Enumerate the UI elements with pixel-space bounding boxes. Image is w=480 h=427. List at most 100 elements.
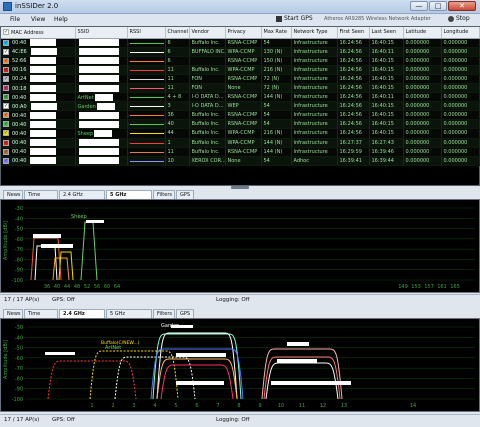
row-checkbox[interactable] [3, 139, 9, 146]
x-tick-label: 52 [84, 284, 90, 290]
select-all-checkbox[interactable] [3, 29, 9, 35]
row-checkbox[interactable] [3, 148, 9, 155]
column-header[interactable]: Channel [165, 27, 190, 39]
row-checkbox[interactable] [3, 48, 9, 55]
row-checkbox[interactable] [3, 112, 9, 119]
lat-value: 0.000000 [405, 157, 430, 164]
menu-file[interactable]: File [10, 16, 20, 23]
row-checkbox[interactable] [3, 157, 9, 164]
net-type-cell: Infrastructure [291, 83, 338, 94]
lat-cell: 0.000000 [403, 101, 442, 112]
stop-label: Stop [456, 15, 470, 22]
menu-help[interactable]: Help [54, 16, 68, 23]
first-value: 16:24:56 [339, 39, 362, 46]
row-checkbox[interactable] [3, 94, 9, 101]
tab-gps[interactable]: GPS [176, 190, 194, 199]
adapter-selector[interactable]: Atheros AR9285 Wireless Network Adapter [324, 16, 431, 22]
net-type-cell: Infrastructure [291, 138, 338, 148]
row-checkbox[interactable] [3, 121, 9, 128]
net-type-value: Adhoc [293, 157, 309, 164]
vendor-cell: XEROX COR... [189, 156, 226, 166]
channel-cell: 4 + 8 [165, 92, 190, 103]
x-tick-label: 7 [216, 403, 219, 409]
vendor-value: XEROX COR... [191, 157, 225, 164]
table-row[interactable]: 52:66 -866 RSNA-CCMP 150 (N) Infrastructure 1… [1, 56, 480, 66]
column-header[interactable]: Vendor [189, 27, 226, 39]
y-tick-label: -30 [15, 325, 23, 331]
tab-news[interactable]: News [3, 190, 23, 199]
x-tick-label: 1 [90, 403, 93, 409]
tab-2-4-ghz-channels[interactable]: 2.4 GHz Channels [59, 190, 105, 206]
last-cell: 16:40:15 [369, 110, 404, 121]
column-header[interactable]: MAC Address [1, 27, 76, 39]
tab-news[interactable]: News [3, 309, 23, 318]
redacted-block [78, 157, 119, 165]
start-gps-button[interactable]: Start GPS [276, 15, 313, 22]
row-checkbox[interactable] [3, 103, 9, 110]
max-rate-cell: 72 (N) [261, 74, 292, 84]
rssi-cell: -72 [127, 74, 166, 84]
table-row[interactable]: 00:40 -4636 Buffalo Inc. RSNA-CCMP 54 Infrast… [1, 110, 480, 121]
redacted-label [176, 353, 226, 357]
column-header[interactable]: First Seen [337, 27, 370, 39]
row-checkbox[interactable] [3, 39, 9, 46]
signal-label-sheep: Sheep [71, 214, 87, 220]
tab-gps[interactable]: GPS [176, 309, 194, 318]
network-table[interactable]: MAC Address SSIDRSSIChannelVendorPrivacyM… [0, 26, 480, 186]
column-header[interactable]: Max Rate [261, 27, 292, 39]
table-row[interactable]: 00:40 Sheep -6544 Buffalo Inc. WPA-CCMP 216 (… [1, 128, 480, 139]
rssi-sparkline [129, 97, 164, 99]
mac-cell: 00:18 [1, 83, 76, 94]
table-row[interactable]: 00:40 -6540 Buffalo Inc. RSNA-CCMP 54 Infrast… [1, 119, 480, 130]
channel-value: 44 [167, 130, 174, 137]
table-row[interactable]: 00:24 -7211 FON RSNA-CCMP 72 (N) Infrastructu… [1, 74, 480, 84]
tab-5-ghz-channels[interactable]: 5 GHz Channels [106, 309, 152, 325]
redacted-block [78, 139, 119, 147]
tab-filters[interactable]: Filters [153, 190, 175, 199]
column-header[interactable]: Longitude [441, 27, 480, 39]
table-row[interactable]: 00:40 ArtNet -564 + 8 I-O DATA D...RSNA-CCM… [1, 92, 480, 103]
column-header[interactable]: Network Type [291, 27, 338, 39]
close-button[interactable]: ✕ [448, 1, 476, 11]
tab-time-graph[interactable]: Time Graph [24, 190, 58, 206]
row-checkbox[interactable] [3, 85, 9, 92]
row-checkbox[interactable] [3, 57, 9, 64]
row-checkbox[interactable] [3, 130, 9, 137]
maximize-button[interactable]: □ [429, 1, 447, 11]
table-row[interactable]: 00:18 -8211 FON None 72 (N) Infrastructure 16:… [1, 83, 480, 94]
table-row[interactable]: 4C:E6 -876 BUFFALO INC.WPA-CCMP 130 (N) Infr… [1, 47, 480, 57]
menu-view[interactable]: View [31, 16, 45, 23]
y-tick-label: -50 [15, 227, 23, 233]
last-value: 16:40:11 [371, 94, 394, 101]
y-tick-label: -60 [15, 356, 23, 362]
row-checkbox[interactable] [3, 75, 9, 82]
x-tick-label: 4 [153, 403, 156, 409]
table-row[interactable]: 00:40 -911 Buffalo Inc. WPA-CCMP 144 (N) Infr… [1, 138, 480, 148]
table-row[interactable]: 00:16 -8211 Buffalo Inc. WPA-CCMP 216 (N) Inf… [1, 65, 480, 75]
column-header[interactable]: Privacy [225, 27, 262, 39]
chart-5ghz-svg: -30 -40 -50 -60 -70 -80 -90 -100 Amplitude [dBi]… [3, 206, 475, 290]
tab-filters[interactable]: Filters [153, 309, 175, 318]
x-tick-label: 60 [104, 284, 110, 290]
privacy-value: RSNA-CCMP [227, 148, 258, 155]
table-row[interactable]: 00:40 -536 Buffalo Inc. RSNA-CCMP 54 Infrastr… [1, 38, 480, 48]
splitter-handle[interactable] [231, 186, 249, 189]
column-header[interactable]: Last Seen [369, 27, 404, 39]
column-header[interactable]: SSID [75, 27, 128, 39]
x-tick-label: 6 [195, 403, 198, 409]
column-header[interactable]: RSSI [127, 27, 166, 39]
first-value: 16:24:56 [339, 75, 362, 82]
stop-button[interactable]: Stop [448, 15, 470, 22]
column-header[interactable]: Latitude [403, 27, 442, 39]
max-rate-cell: 54 [261, 110, 292, 121]
vendor-value: Buffalo Inc. [191, 139, 220, 146]
table-row[interactable]: 00:A0 Garden -663 I-O DATA D...WEP 54 Infrast… [1, 101, 480, 112]
tab-time-graph[interactable]: Time Graph [24, 309, 58, 325]
minimize-button[interactable]: — [410, 1, 428, 11]
row-checkbox[interactable] [3, 66, 9, 73]
table-row[interactable]: 00:40 -7410 XEROX COR...None 54 Adhoc 16:39:4… [1, 156, 480, 166]
channel-value: 6 [167, 48, 171, 55]
vendor-value: Buffalo Inc. [191, 130, 220, 137]
last-value: 16:40:15 [371, 57, 394, 64]
table-row[interactable]: 00:40 -9011 Buffalo Inc. RSNA-CCMP 144 (N) In… [1, 147, 480, 157]
